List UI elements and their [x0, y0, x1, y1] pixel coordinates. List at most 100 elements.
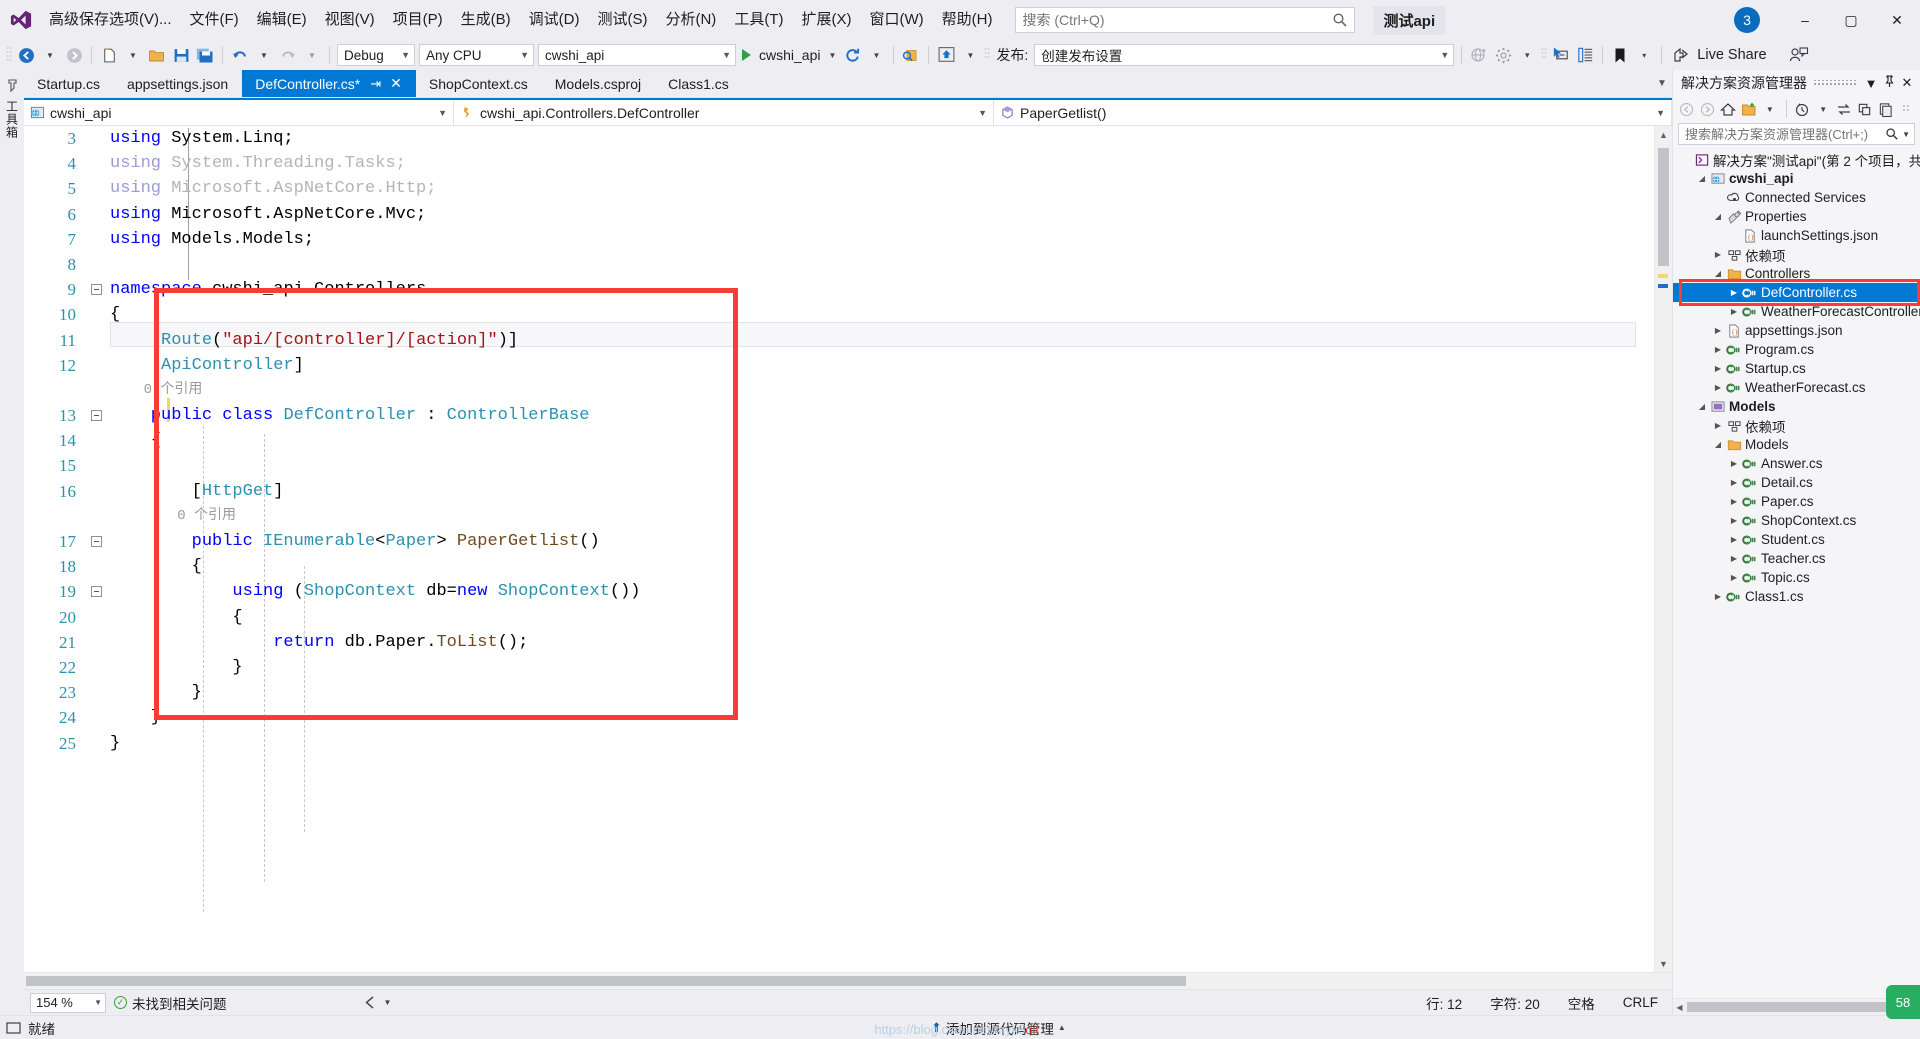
live-share-button[interactable]: Live Share	[1667, 47, 1772, 64]
corner-badge[interactable]: 58	[1886, 985, 1920, 1019]
tree-item[interactable]: ▶依赖项	[1673, 245, 1920, 264]
code-line[interactable]: 21 return db.Paper.ToList();	[24, 630, 1654, 655]
toolbar-grip-icon-2[interactable]	[982, 45, 992, 65]
expand-triangle-right-icon[interactable]: ▶	[1711, 250, 1725, 259]
code-editor-surface[interactable]: 3using System.Linq;4using System.Threadi…	[24, 126, 1672, 972]
expand-triangle-down-icon[interactable]: ◢	[1711, 269, 1725, 278]
menu-help[interactable]: 帮助(H)	[933, 6, 1002, 34]
tab-appsettings-json[interactable]: appsettings.json	[114, 70, 242, 97]
code-line[interactable]: 4using System.Threading.Tasks;	[24, 151, 1654, 176]
hot-reload-button[interactable]	[840, 43, 864, 67]
tabstrip-overflow-button[interactable]: ▼	[1652, 70, 1672, 97]
tree-item[interactable]: {}launchSettings.json	[1673, 226, 1920, 245]
tree-item[interactable]: ◢cwshi_api	[1673, 169, 1920, 188]
tree-item[interactable]: ▶Detail.cs	[1673, 473, 1920, 492]
code-line[interactable]: 22 }	[24, 655, 1654, 680]
code-line[interactable]: 0 个引用	[24, 504, 1654, 529]
expand-triangle-right-icon[interactable]: ▶	[1727, 288, 1741, 297]
vertical-scroll-thumb[interactable]	[1658, 148, 1669, 266]
tree-item[interactable]: ▶Startup.cs	[1673, 359, 1920, 378]
tree-item[interactable]: ▶Topic.cs	[1673, 568, 1920, 587]
feedback-button[interactable]	[1787, 43, 1811, 67]
panel-layout-button[interactable]	[1573, 43, 1597, 67]
expand-triangle-right-icon[interactable]: ▶	[1711, 364, 1725, 373]
menu-build[interactable]: 生成(B)	[452, 6, 520, 34]
code-line[interactable]: 23 }	[24, 680, 1654, 705]
expand-triangle-right-icon[interactable]: ▶	[1711, 345, 1725, 354]
save-button[interactable]	[169, 43, 193, 67]
window-minimize-button[interactable]: –	[1782, 0, 1828, 40]
undo-dropdown[interactable]: ▼	[252, 43, 276, 67]
tree-item[interactable]: ▶依赖项	[1673, 416, 1920, 435]
publish-profile-combo[interactable]: 创建发布设置 ▼	[1034, 44, 1454, 66]
se-more-button[interactable]	[1896, 98, 1916, 120]
editor-horizontal-scrollbar[interactable]	[24, 972, 1672, 989]
tree-item[interactable]: ▶{}appsettings.json	[1673, 321, 1920, 340]
code-line[interactable]: 9namespace cwshi_api.Controllers	[24, 277, 1654, 302]
save-all-button[interactable]	[193, 43, 217, 67]
window-maximize-button[interactable]: ▢	[1828, 0, 1874, 40]
hot-reload-dropdown[interactable]: ▼	[864, 43, 888, 67]
tree-item[interactable]: ▶Class1.cs	[1673, 587, 1920, 606]
se-pending-dropdown[interactable]: ▼	[1813, 98, 1833, 120]
navigate-back-button[interactable]	[14, 43, 38, 67]
expand-triangle-right-icon[interactable]: ▶	[1727, 497, 1741, 506]
solution-explorer-search[interactable]: ▼	[1678, 123, 1915, 145]
se-home-button[interactable]	[1718, 98, 1738, 120]
navbar-project-combo[interactable]: cwshi_api ▼	[24, 100, 454, 125]
solution-configuration-combo[interactable]: Debug ▼	[337, 44, 415, 66]
menu-file[interactable]: 文件(F)	[181, 6, 248, 34]
tree-item[interactable]: ▶WeatherForecast.cs	[1673, 378, 1920, 397]
tree-item[interactable]: ◢Models	[1673, 435, 1920, 454]
tree-item[interactable]: Connected Services	[1673, 188, 1920, 207]
start-debugging-button[interactable]: cwshi_api ▼	[738, 43, 840, 67]
bookmark-button[interactable]	[1608, 43, 1632, 67]
navigate-forward-button[interactable]	[62, 43, 86, 67]
tree-item[interactable]: ▶Program.cs	[1673, 340, 1920, 359]
tree-item[interactable]: 解决方案"测试api"(第 2 个项目，共 2 个	[1673, 150, 1920, 169]
collapse-icon[interactable]	[91, 284, 102, 295]
solution-explorer-hscrollbar[interactable]: ◀ ▶	[1673, 998, 1920, 1015]
tree-item[interactable]: ▶Answer.cs	[1673, 454, 1920, 473]
tree-item[interactable]: ▶ShopContext.cs	[1673, 511, 1920, 530]
global-search[interactable]	[1015, 7, 1355, 33]
menu-edit[interactable]: 编辑(E)	[248, 6, 316, 34]
horizontal-scroll-thumb[interactable]	[26, 976, 1186, 986]
expand-triangle-right-icon[interactable]: ▶	[1711, 592, 1725, 601]
window-close-button[interactable]: ✕	[1874, 0, 1920, 40]
menu-analyze[interactable]: 分析(N)	[656, 6, 725, 34]
menu-window[interactable]: 窗口(W)	[860, 6, 932, 34]
preview-dropdown[interactable]: ▼	[958, 43, 982, 67]
code-line[interactable]: 12 [ApiController]	[24, 353, 1654, 378]
menu-test[interactable]: 测试(S)	[588, 6, 656, 34]
se-sync-button[interactable]	[1834, 98, 1854, 120]
redo-button[interactable]	[276, 43, 300, 67]
navbar-member-combo[interactable]: PaperGetlist() ▼	[994, 100, 1672, 125]
panel-pin-button[interactable]	[1880, 75, 1898, 91]
tree-item[interactable]: ▶Paper.cs	[1673, 492, 1920, 511]
search-input[interactable]	[1022, 12, 1332, 28]
select-element-button[interactable]	[1549, 43, 1573, 67]
code-line[interactable]: 24 }	[24, 705, 1654, 730]
find-button[interactable]	[899, 43, 923, 67]
code-line[interactable]: 16 [HttpGet]	[24, 479, 1654, 504]
collapse-icon[interactable]	[91, 536, 102, 547]
code-line[interactable]: 0 个引用	[24, 378, 1654, 403]
globe-button[interactable]	[1467, 43, 1491, 67]
expand-triangle-down-icon[interactable]: ◢	[1711, 212, 1725, 221]
scroll-down-button[interactable]: ▼	[1655, 955, 1672, 972]
menu-advanced-save-options[interactable]: 高级保存选项(V)...	[40, 6, 181, 34]
code-text-area[interactable]: 3using System.Linq;4using System.Threadi…	[24, 126, 1654, 972]
solution-tree[interactable]: 解决方案"测试api"(第 2 个项目，共 2 个◢cwshi_apiConne…	[1673, 148, 1920, 998]
code-line[interactable]: 3using System.Linq;	[24, 126, 1654, 151]
se-properties-button[interactable]	[1876, 98, 1896, 120]
navbar-type-combo[interactable]: cwshi_api.Controllers.DefController ▼	[454, 100, 994, 125]
code-line[interactable]: 17 public IEnumerable<Paper> PaperGetlis…	[24, 529, 1654, 554]
editor-nav-backward[interactable]: ▼	[355, 996, 400, 1009]
collapse-icon[interactable]	[91, 410, 102, 421]
tab-class1-cs[interactable]: Class1.cs	[655, 70, 743, 97]
code-line[interactable]: 8	[24, 252, 1654, 277]
expand-triangle-right-icon[interactable]: ▶	[1711, 421, 1725, 430]
open-folder-button[interactable]	[145, 43, 169, 67]
collapse-icon[interactable]	[91, 586, 102, 597]
